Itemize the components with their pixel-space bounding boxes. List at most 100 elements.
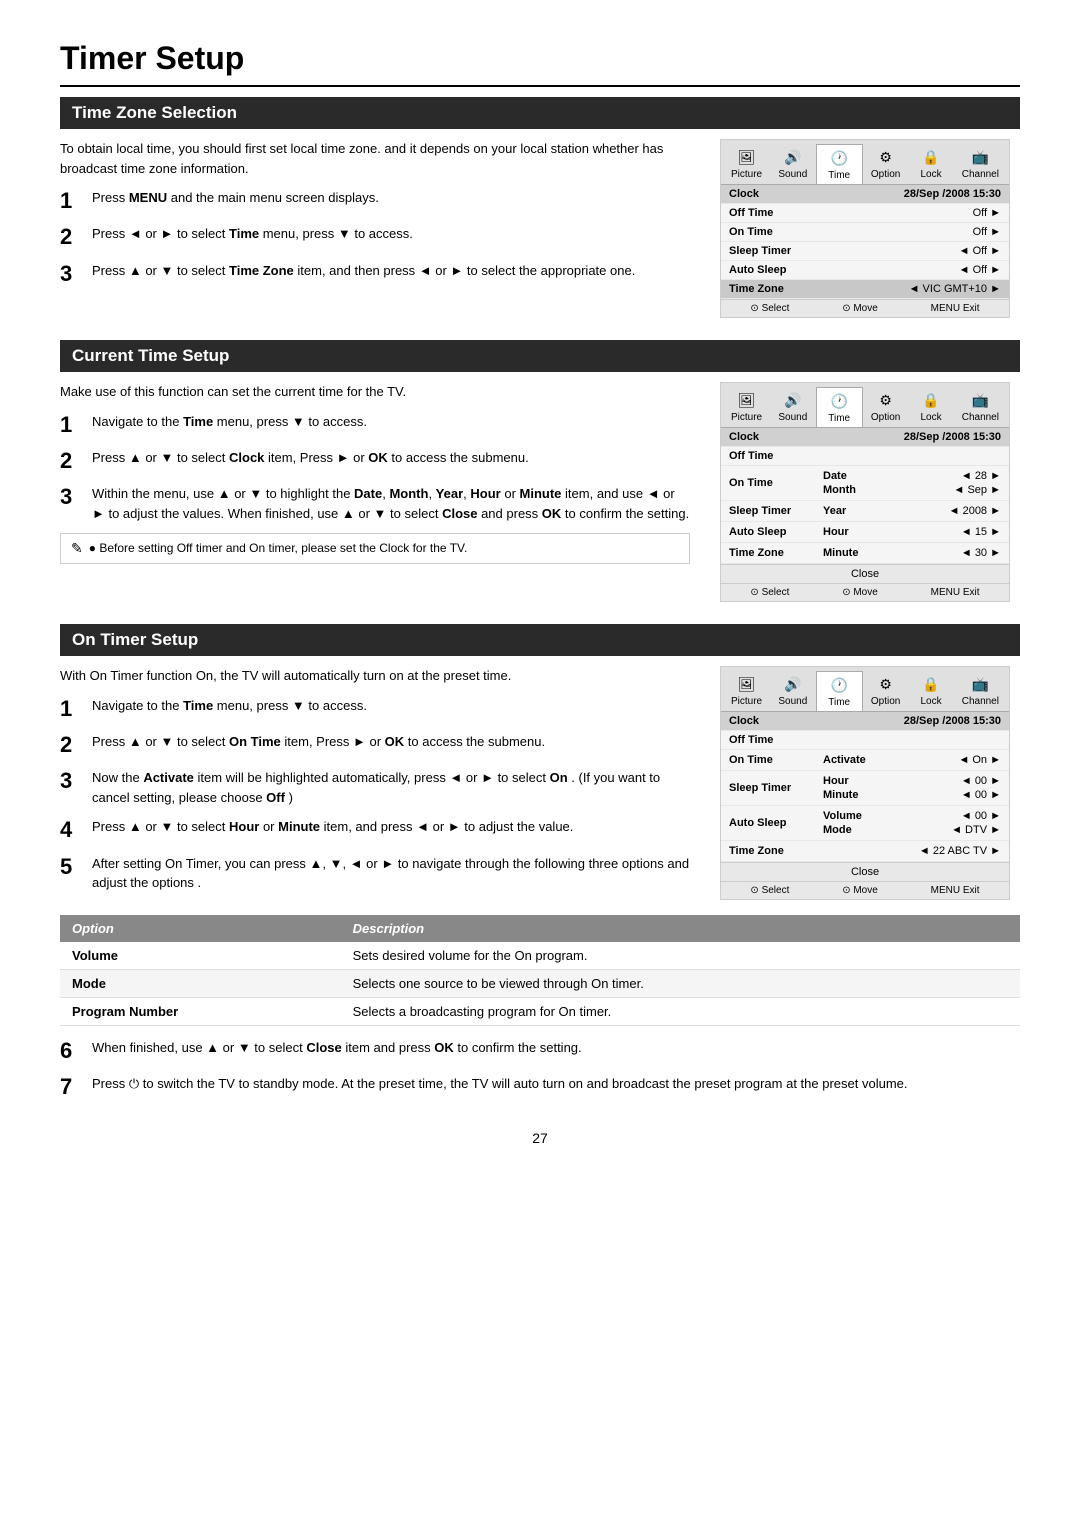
lock-icon: 🔒 — [920, 147, 942, 167]
step-num: 6 — [60, 1038, 82, 1064]
step-text: Navigate to the Time menu, press ▼ to ac… — [92, 696, 367, 716]
footer-select: ⊙ Select — [750, 303, 789, 314]
step-2-ct: 2 Press ▲ or ▼ to select Clock item, Pre… — [60, 448, 690, 474]
offtime-label: Off Time — [729, 207, 819, 219]
tab-label: Time — [828, 697, 850, 708]
step-1-ot: 1 Navigate to the Time menu, press ▼ to … — [60, 696, 690, 722]
footer-exit-ot: MENU Exit — [931, 885, 980, 896]
step-num: 1 — [60, 696, 82, 722]
option-icon-ct: ⚙ — [875, 390, 897, 410]
tv-menu-clock-row: Clock 28/Sep /2008 15:30 — [721, 185, 1009, 204]
tab-option-ct: ⚙ Option — [863, 387, 908, 427]
tab-label: Time — [828, 170, 850, 181]
section-header-on-timer: On Timer Setup — [60, 624, 1020, 656]
tv-menu-timezone-ct: Time Zone Minute◄ 30 ► — [721, 543, 1009, 564]
volume-val-ot: ◄ 00 ► — [878, 810, 1001, 822]
submenu-activate: Activate◄ On ► — [823, 753, 1001, 767]
step-1-ct: 1 Navigate to the Time menu, press ▼ to … — [60, 412, 690, 438]
tv-menu-close-ot: Close — [721, 862, 1009, 881]
options-desc-mode: Selects one source to be viewed through … — [341, 969, 1020, 997]
submenu-year: Year◄ 2008 ► — [823, 504, 1001, 518]
hour-key-ot: Hour — [823, 775, 878, 787]
step-2-tz: 2 Press ◄ or ► to select Time menu, pres… — [60, 224, 690, 250]
tab-label: Option — [871, 696, 900, 707]
tv-menu-offtime-ot: Off Time — [721, 731, 1009, 750]
step-num: 2 — [60, 732, 82, 758]
tab-sound-ot: 🔊Sound — [770, 671, 815, 711]
footer-exit-ct: MENU Exit — [931, 587, 980, 598]
step-text: Press ◄ or ► to select Time menu, press … — [92, 224, 413, 244]
steps-time-zone: 1 Press MENU and the main menu screen di… — [60, 188, 690, 287]
submenu-minute-ot: Minute◄ 00 ► — [823, 788, 1001, 802]
footer-select-ct: ⊙ Select — [750, 587, 789, 598]
lock-icon-ot: 🔒 — [920, 674, 942, 694]
tv-menu-sleep-ct: Sleep Timer Year◄ 2008 ► — [721, 501, 1009, 522]
footer-move-ot: ⊙ Move — [842, 885, 878, 896]
note-icon: ✎ — [71, 540, 83, 557]
options-desc-volume: Sets desired volume for the On program. — [341, 942, 1020, 970]
tab-label: Option — [871, 169, 900, 180]
tv-menu-ct: 🖼Picture 🔊Sound 🕐Time ⚙Option 🔒Lock 📺Cha… — [720, 382, 1010, 602]
tab-label: Picture — [731, 696, 762, 707]
tab-label: Option — [871, 412, 900, 423]
step-num: 3 — [60, 768, 82, 794]
channel-icon: 📺 — [969, 147, 991, 167]
tab-label: Channel — [962, 412, 999, 423]
tab-label: Time — [828, 413, 850, 424]
time-icon: 🕐 — [828, 148, 850, 168]
tab-label: Picture — [731, 412, 762, 423]
step-text: When finished, use ▲ or ▼ to select Clos… — [92, 1038, 582, 1058]
hour-val-ot: ◄ 00 ► — [878, 775, 1001, 787]
tab-label: Channel — [962, 169, 999, 180]
section-header-current-time: Current Time Setup — [60, 340, 1020, 372]
step-num: 4 — [60, 817, 82, 843]
step-num: 1 — [60, 188, 82, 214]
options-header-description: Description — [341, 915, 1020, 942]
offtime-value: Off ► — [819, 207, 1001, 219]
step-text: Now the Activate item will be highlighte… — [92, 768, 690, 807]
tab-time-ct: 🕐Time — [816, 387, 863, 427]
tv-menu-ot: 🖼Picture 🔊Sound 🕐Time ⚙Option 🔒Lock 📺Cha… — [720, 666, 1010, 900]
tv-menu-body-tz: Clock 28/Sep /2008 15:30 Off Time Off ► … — [721, 185, 1009, 299]
step-num: 3 — [60, 484, 82, 510]
mode-val-ot: ◄ DTV ► — [878, 824, 1001, 836]
clock-value-ot: 28/Sep /2008 15:30 — [819, 715, 1001, 727]
option-icon-ot: ⚙ — [875, 674, 897, 694]
time-icon-ot: 🕐 — [828, 675, 850, 695]
tv-menu-ontime-row: On Time Off ► — [721, 223, 1009, 242]
step-3-ot: 3 Now the Activate item will be highligh… — [60, 768, 690, 807]
tv-menu-offtime-ct: Off Time — [721, 447, 1009, 466]
step-7-ot: 7 Press ⏻ to switch the TV to standby mo… — [60, 1074, 1020, 1100]
tab-option: ⚙Option — [863, 144, 908, 184]
step-3-ct: 3 Within the menu, use ▲ or ▼ to highlig… — [60, 484, 690, 523]
step-num: 7 — [60, 1074, 82, 1100]
tv-menu-clock-row-ct: Clock 28/Sep /2008 15:30 — [721, 428, 1009, 447]
options-row-mode: Mode Selects one source to be viewed thr… — [60, 969, 1020, 997]
step-3-tz: 3 Press ▲ or ▼ to select Time Zone item,… — [60, 261, 690, 287]
submenu-ct2: Year◄ 2008 ► — [819, 504, 1001, 518]
tab-label: Sound — [778, 169, 807, 180]
note-box-ct: ✎ Before setting Off timer and On timer,… — [60, 533, 690, 564]
offtime-label-ot: Off Time — [729, 734, 819, 746]
step-1-tz: 1 Press MENU and the main menu screen di… — [60, 188, 690, 214]
step-2-ot: 2 Press ▲ or ▼ to select On Time item, P… — [60, 732, 690, 758]
tab-label: Channel — [962, 696, 999, 707]
section-text-time-zone: To obtain local time, you should first s… — [60, 139, 690, 318]
tv-menu-timezone-row: Time Zone ◄ VIC GMT+10 ► — [721, 280, 1009, 299]
step-text: Press ▲ or ▼ to select On Time item, Pre… — [92, 732, 545, 752]
submenu-ot3: Volume◄ 00 ► Mode◄ DTV ► — [819, 809, 1001, 837]
options-option-volume: Volume — [60, 942, 341, 970]
hour-val: ◄ 15 ► — [878, 526, 1001, 538]
tv-menu-tz: 🖼Picture 🔊Sound 🕐Time ⚙Option 🔒Lock 📺Cha… — [720, 139, 1010, 318]
sleep-label-ot: Sleep Timer — [729, 782, 819, 794]
tv-menu-tabs-ct: 🖼Picture 🔊Sound 🕐Time ⚙Option 🔒Lock 📺Cha… — [721, 383, 1009, 428]
options-option-program: Program Number — [60, 997, 341, 1025]
autosleep-label-ct: Auto Sleep — [729, 526, 819, 538]
tv-menu-close-ct: Close — [721, 564, 1009, 583]
note-text-ct: Before setting Off timer and On timer, p… — [89, 540, 468, 557]
tab-label: Lock — [920, 696, 941, 707]
submenu-ot2: Hour◄ 00 ► Minute◄ 00 ► — [819, 774, 1001, 802]
tv-menu-footer-ct: ⊙ Select ⊙ Move MENU Exit — [721, 583, 1009, 601]
tab-option-ot: ⚙ Option — [863, 671, 908, 711]
submenu-ot: Activate◄ On ► — [819, 753, 1001, 767]
